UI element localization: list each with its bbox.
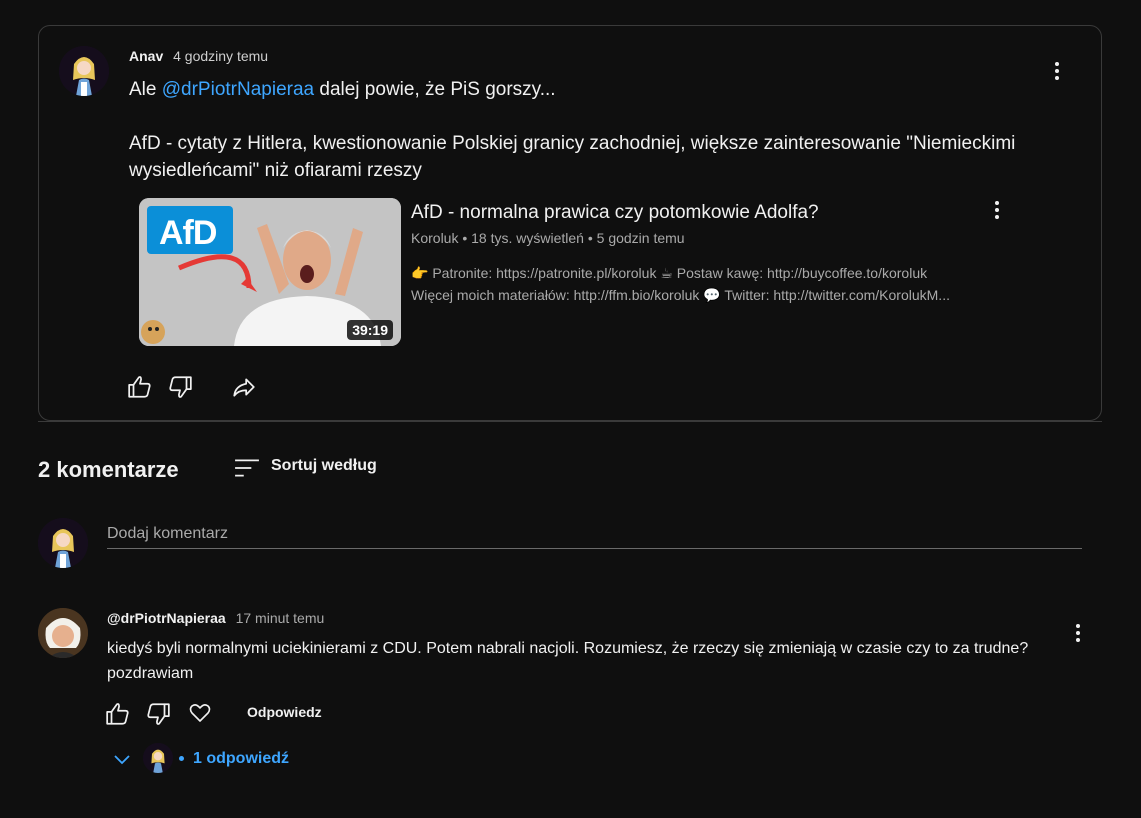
video-meta: Koroluk • 18 tys. wyświetleń • 5 godzin … — [411, 230, 685, 246]
post-text-suffix: dalej powie, że PiS gorszy... — [314, 79, 556, 100]
post-author-avatar[interactable] — [59, 46, 109, 96]
comment-kebab-menu-icon[interactable] — [1066, 621, 1090, 645]
post-author-name[interactable]: Anav — [129, 48, 163, 64]
embedded-video-card[interactable]: AfD 39:19 AfD - normalna prawica czy pot… — [139, 198, 1039, 346]
post-mention-link[interactable]: @drPiotrNapieraa — [162, 79, 314, 100]
community-post-card: Anav 4 godziny temu Ale @drPiotrNapieraa… — [38, 25, 1102, 421]
chevron-down-icon — [114, 755, 130, 765]
sort-label: Sortuj według — [271, 457, 377, 474]
replies-count-label: 1 odpowiedź — [193, 750, 289, 767]
sort-icon — [235, 459, 259, 477]
post-share-icon[interactable] — [231, 374, 257, 400]
video-kebab-menu-icon[interactable] — [985, 198, 1009, 222]
post-text-prefix: Ale — [129, 79, 162, 100]
comment-like-thumb-up-icon[interactable] — [105, 701, 131, 727]
post-text: Ale @drPiotrNapieraa dalej powie, że PiS… — [129, 76, 1029, 184]
post-timestamp[interactable]: 4 godziny temu — [173, 48, 268, 64]
comment-author-name[interactable]: @drPiotrNapieraa — [107, 610, 226, 626]
add-comment-input[interactable] — [107, 520, 1082, 549]
reply-button[interactable]: Odpowiedz — [247, 704, 322, 720]
comment-dislike-thumb-down-icon[interactable] — [145, 701, 171, 727]
afd-logo-text: AfD — [159, 214, 217, 252]
comment-heart-icon[interactable] — [188, 701, 214, 727]
video-description-line2: Więcej moich materiałów: http://ffm.bio/… — [411, 287, 950, 303]
comment-timestamp[interactable]: 17 minut temu — [236, 610, 325, 626]
afd-logo: AfD — [147, 206, 233, 254]
video-title[interactable]: AfD - normalna prawica czy potomkowie Ad… — [411, 202, 819, 224]
comment-text: kiedyś byli normalnymi uciekinierami z C… — [107, 640, 1029, 682]
comment-author-line: @drPiotrNapieraa 17 minut temu — [107, 610, 324, 626]
post-kebab-menu-icon[interactable] — [1045, 59, 1069, 83]
video-thumbnail[interactable]: AfD 39:19 — [139, 198, 401, 346]
comments-count-title: 2 komentarze — [38, 457, 179, 482]
reply-author-avatar — [143, 743, 173, 773]
video-description: 👉 Patronite: https://patronite.pl/korolu… — [411, 262, 1011, 306]
post-text-spacer — [129, 103, 1029, 130]
post-like-thumb-up-icon[interactable] — [127, 374, 153, 400]
post-dislike-thumb-down-icon[interactable] — [167, 374, 193, 400]
video-description-line1: 👉 Patronite: https://patronite.pl/korolu… — [411, 265, 928, 281]
replies-dot — [179, 756, 184, 761]
section-divider — [38, 421, 1102, 422]
current-user-avatar — [38, 518, 88, 568]
post-text-line1: Ale @drPiotrNapieraa dalej powie, że PiS… — [129, 76, 1029, 103]
post-text-paragraph: AfD - cytaty z Hitlera, kwestionowanie P… — [129, 133, 1016, 181]
comment-author-avatar[interactable] — [38, 608, 88, 658]
post-author-line: Anav 4 godziny temu — [129, 48, 268, 64]
video-duration-badge: 39:19 — [347, 320, 393, 340]
